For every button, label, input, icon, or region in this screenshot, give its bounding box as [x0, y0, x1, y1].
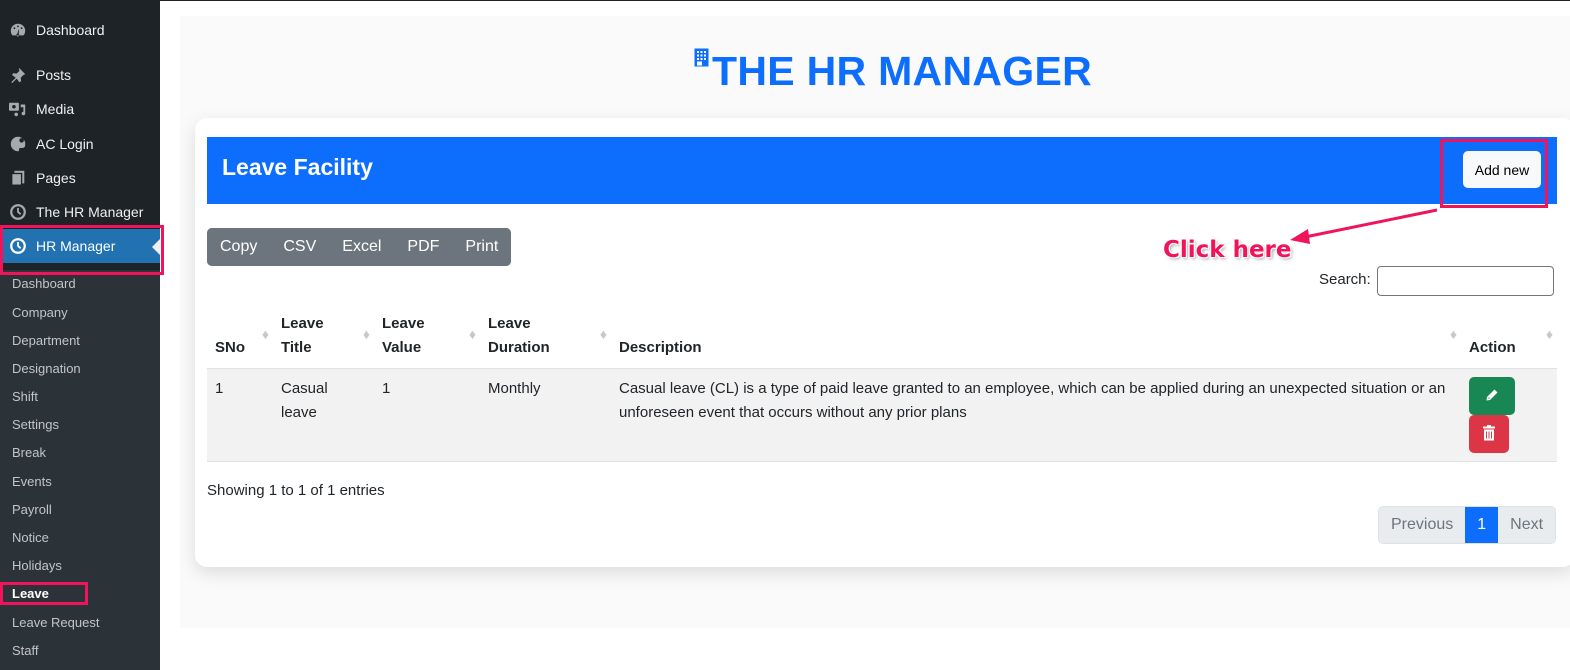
annotation-highlight-hr-manager	[0, 225, 164, 275]
sidebar-item-ac-login[interactable]: AC Login	[0, 127, 160, 161]
column-header-description[interactable]: Description ♦	[611, 304, 1461, 369]
export-button-group: Copy CSV Excel PDF Print	[207, 228, 512, 266]
sidebar-item-the-hr-manager[interactable]: The HR Manager	[0, 195, 160, 229]
palette-icon	[0, 135, 36, 153]
cell-description: Casual leave (CL) is a type of paid leav…	[611, 368, 1461, 462]
sort-icon: ♦	[261, 326, 269, 342]
sort-icon: ♦	[362, 326, 370, 342]
cell-leave-title: Casual leave	[273, 368, 374, 462]
card-title: Leave Facility	[222, 154, 373, 180]
sidebar-item-label: Pages	[36, 170, 76, 186]
submenu-designation[interactable]: Designation	[12, 361, 81, 376]
leave-facility-card: Leave Facility Add new Copy CSV Excel PD…	[195, 118, 1570, 567]
sort-icon: ♦	[1449, 326, 1457, 342]
cell-leave-value: 1	[374, 368, 480, 462]
top-border	[0, 0, 1570, 1]
pin-icon	[0, 66, 36, 84]
submenu-leave-request[interactable]: Leave Request	[12, 615, 99, 630]
submenu-holidays[interactable]: Holidays	[12, 558, 62, 573]
search-label: Search:	[1319, 271, 1371, 288]
sort-icon: ♦	[599, 326, 607, 342]
annotation-text: Click here	[1163, 237, 1292, 263]
column-header-action[interactable]: Action ♦	[1461, 304, 1557, 369]
cell-action	[1461, 368, 1557, 462]
cell-leave-duration: Monthly	[480, 368, 611, 462]
submenu-break[interactable]: Break	[12, 445, 46, 460]
page-header: THE HR MANAGER	[694, 46, 1092, 95]
annotation-highlight-add-new	[1440, 139, 1548, 208]
pencil-icon	[1485, 388, 1499, 405]
cell-sno: 1	[207, 368, 273, 462]
submenu-notice[interactable]: Notice	[12, 530, 49, 545]
table-info: Showing 1 to 1 of 1 entries	[207, 482, 385, 499]
media-icon	[0, 100, 36, 118]
sort-icon: ♦	[1545, 326, 1553, 342]
pagination: Previous 1 Next	[1378, 506, 1557, 544]
admin-sidebar: Dashboard Posts Media AC Login Pages The…	[0, 0, 160, 670]
submenu-shift[interactable]: Shift	[12, 389, 38, 404]
sidebar-item-label: Media	[36, 101, 75, 117]
hr-manager-submenu: Dashboard Company Department Designation…	[0, 270, 160, 670]
pages-icon	[0, 169, 36, 187]
sidebar-item-label: Dashboard	[36, 22, 105, 38]
sidebar-item-label: The HR Manager	[36, 204, 144, 220]
pdf-button[interactable]: PDF	[394, 228, 453, 266]
delete-button[interactable]	[1469, 415, 1509, 453]
previous-page-button[interactable]: Previous	[1379, 507, 1466, 543]
sidebar-item-posts[interactable]: Posts	[0, 58, 160, 92]
next-page-button[interactable]: Next	[1498, 507, 1556, 543]
submenu-payroll[interactable]: Payroll	[12, 502, 52, 517]
search-input[interactable]	[1377, 266, 1554, 296]
csv-button[interactable]: CSV	[270, 228, 330, 266]
building-icon	[694, 48, 710, 72]
submenu-company[interactable]: Company	[12, 305, 68, 320]
clock-icon	[0, 203, 36, 221]
column-header-leave-title[interactable]: Leave Title ♦	[273, 304, 374, 369]
card-header: Leave Facility Add new	[207, 137, 1557, 204]
column-header-sno[interactable]: SNo ♦	[207, 304, 273, 369]
submenu-department[interactable]: Department	[12, 333, 80, 348]
edit-button[interactable]	[1469, 377, 1515, 415]
sidebar-item-label: Posts	[36, 67, 72, 83]
sidebar-item-label: AC Login	[36, 136, 94, 152]
column-header-leave-value[interactable]: Leave Value ♦	[374, 304, 480, 369]
page-title: THE HR MANAGER	[712, 48, 1093, 94]
submenu-dashboard[interactable]: Dashboard	[12, 276, 76, 291]
submenu-settings[interactable]: Settings	[12, 417, 59, 432]
column-header-leave-duration[interactable]: Leave Duration ♦	[480, 304, 611, 369]
page-1-button[interactable]: 1	[1465, 507, 1499, 543]
excel-button[interactable]: Excel	[329, 228, 395, 266]
sidebar-item-media[interactable]: Media	[0, 92, 160, 126]
copy-button[interactable]: Copy	[207, 228, 271, 266]
sidebar-item-pages[interactable]: Pages	[0, 161, 160, 195]
submenu-staff[interactable]: Staff	[12, 643, 39, 658]
table-row: 1 Casual leave 1 Monthly Casual leave (C…	[207, 368, 1557, 462]
annotation-highlight-leave	[0, 582, 88, 605]
trash-icon	[1482, 424, 1496, 444]
submenu-events[interactable]: Events	[12, 474, 52, 489]
leave-table: SNo ♦ Leave Title ♦ Leave Value ♦ Leave Dur…	[207, 304, 1557, 462]
sort-icon: ♦	[468, 326, 476, 342]
sidebar-item-dashboard[interactable]: Dashboard	[0, 13, 160, 47]
table-header-row: SNo ♦ Leave Title ♦ Leave Value ♦ Leave Dur…	[207, 304, 1557, 369]
dashboard-icon	[0, 21, 36, 39]
print-button[interactable]: Print	[452, 228, 512, 266]
